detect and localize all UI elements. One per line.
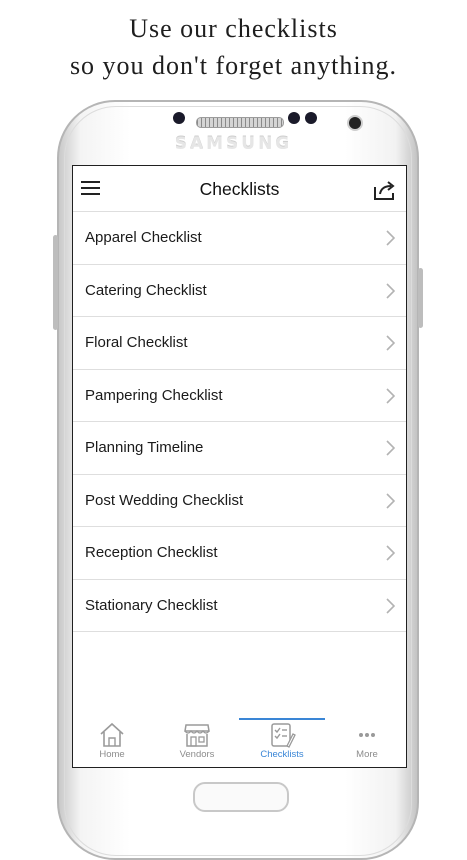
- list-item-stationary[interactable]: Stationary Checklist: [73, 580, 406, 632]
- home-icon: [100, 722, 124, 747]
- tab-vendors-label: Vendors: [179, 749, 215, 760]
- tab-checklists-label: Checklists: [260, 749, 304, 760]
- list-item-planning-timeline[interactable]: Planning Timeline: [73, 422, 406, 475]
- app-header: Checklists: [73, 166, 406, 212]
- tab-more[interactable]: More: [327, 722, 406, 766]
- tab-more-label: More: [356, 749, 378, 760]
- app-screen: Checklists Apparel Checklist Catering Ch…: [72, 165, 407, 768]
- list-item-label: Stationary Checklist: [85, 596, 218, 614]
- checklist-icon: [271, 723, 296, 748]
- tab-vendors[interactable]: Vendors: [157, 722, 237, 766]
- chevron-right-icon: [386, 282, 395, 299]
- list-item-label: Floral Checklist: [85, 334, 188, 351]
- list-item-label: Reception Checklist: [85, 544, 218, 561]
- list-item-label: Pampering Checklist: [85, 386, 223, 404]
- chevron-right-icon: [386, 545, 395, 561]
- storefront-icon: [184, 724, 210, 747]
- chevron-right-icon: [386, 440, 395, 456]
- proximity-sensor: [173, 112, 185, 124]
- list-item-apparel[interactable]: Apparel Checklist: [73, 212, 406, 265]
- page-title: Checklists: [199, 179, 280, 199]
- tab-checklists[interactable]: Checklists: [242, 722, 322, 766]
- list-item-reception[interactable]: Reception Checklist: [73, 527, 406, 580]
- list-item-catering[interactable]: Catering Checklist: [73, 265, 406, 317]
- tab-home-label: Home: [99, 749, 125, 760]
- chevron-right-icon: [386, 387, 395, 404]
- list-item-post-wedding[interactable]: Post Wedding Checklist: [73, 475, 406, 527]
- chevron-right-icon: [386, 230, 395, 246]
- chevron-right-icon: [386, 597, 395, 614]
- volume-button: [53, 235, 58, 330]
- hamburger-menu-icon[interactable]: [81, 181, 100, 196]
- home-key[interactable]: [193, 782, 289, 812]
- front-camera: [349, 117, 361, 129]
- promo-headline: Use our checklists so you don't forget a…: [0, 10, 467, 84]
- more-dots-icon: [359, 733, 375, 737]
- checklist-list: Apparel Checklist Catering Checklist Flo…: [73, 212, 406, 632]
- share-icon[interactable]: [373, 179, 397, 201]
- active-tab-indicator: [239, 718, 325, 720]
- chevron-right-icon: [386, 492, 395, 509]
- list-item-label: Post Wedding Checklist: [85, 491, 244, 509]
- light-sensor: [288, 112, 300, 124]
- device-brand-logo: SAMSUNG: [174, 134, 293, 154]
- ir-sensor: [305, 112, 317, 124]
- list-item-label: Apparel Checklist: [85, 229, 202, 246]
- list-item-pampering[interactable]: Pampering Checklist: [73, 370, 406, 422]
- list-item-floral[interactable]: Floral Checklist: [73, 317, 406, 370]
- power-button: [418, 268, 423, 328]
- chevron-right-icon: [386, 335, 395, 351]
- promo-line-2: so you don't forget anything.: [69, 51, 398, 80]
- earpiece-speaker: [196, 117, 284, 128]
- list-item-label: Catering Checklist: [85, 281, 207, 299]
- promo-line-1: Use our checklists: [129, 14, 338, 43]
- tab-home[interactable]: Home: [73, 722, 152, 766]
- list-item-label: Planning Timeline: [85, 439, 204, 456]
